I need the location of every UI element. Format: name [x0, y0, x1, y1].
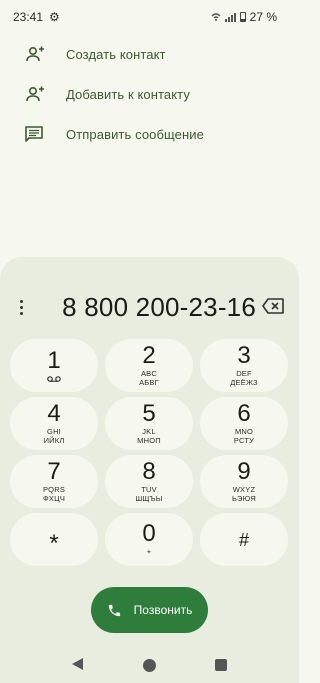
key-letters-cyrillic: ФХЦЧ [42, 493, 66, 503]
back-icon[interactable] [71, 657, 84, 671]
status-time: 23:41 [13, 10, 44, 24]
create-contact-label: Создать контакт [66, 46, 166, 62]
status-left: 23:41 ⚙ [13, 10, 60, 24]
call-button[interactable]: Позвонить [91, 587, 208, 633]
key-digit: 4 [47, 400, 61, 427]
key-digit: 7 [47, 458, 61, 485]
person-add-icon [24, 45, 44, 63]
person-add-icon [24, 85, 44, 103]
backspace-icon[interactable] [262, 298, 284, 314]
dialed-number[interactable]: 8 800 200-23-16 [40, 292, 256, 323]
key-8[interactable]: 8 TUV ШЩЪЫ [105, 455, 193, 508]
call-button-label: Позвонить [133, 603, 193, 617]
key-digit: 0 [142, 520, 156, 548]
key-hash[interactable]: # [200, 513, 288, 566]
key-star[interactable]: * [10, 513, 98, 566]
dialpad-keys: 1 2 ABC АБВГ 3 DEF ДЕЁЖЗ 4 GHI ИЙКЛ 5 JK… [10, 339, 288, 566]
dialpad-panel: 8 800 200-23-16 1 2 ABC АБВГ 3 DEF ДЕЁЖЗ… [0, 257, 299, 683]
status-right: 27 % [211, 10, 277, 24]
recents-icon[interactable] [215, 659, 227, 671]
key-letters-cyrillic: ШЩЪЫ [135, 493, 163, 503]
status-bar: 23:41 ⚙ 27 % [0, 0, 299, 34]
dialer-actions-list: Создать контакт Добавить к контакту Отпр… [0, 34, 299, 154]
key-digit: # [238, 529, 249, 550]
key-2[interactable]: 2 ABC АБВГ [105, 339, 193, 392]
more-options-icon[interactable] [0, 299, 24, 315]
home-icon[interactable] [143, 659, 156, 672]
key-letters-cyrillic: МНОП [137, 435, 161, 445]
battery-percent: 27 % [249, 10, 277, 24]
key-plus-label: + [146, 547, 152, 557]
add-to-contact-item[interactable]: Добавить к контакту [0, 74, 299, 114]
settings-gear-icon: ⚙ [49, 10, 60, 24]
create-contact-item[interactable]: Создать контакт [0, 34, 299, 74]
key-letters-cyrillic: АБВГ [139, 377, 159, 387]
key-letters-cyrillic: РСТУ [233, 435, 255, 445]
key-1[interactable]: 1 [10, 339, 98, 392]
key-9[interactable]: 9 WXYZ ЬЭЮЯ [200, 455, 288, 508]
key-digit: 6 [237, 400, 251, 427]
key-letters-cyrillic: ДЕЁЖЗ [230, 377, 258, 387]
number-row: 8 800 200-23-16 [0, 287, 299, 327]
battery-icon [239, 12, 246, 22]
wifi-calling-icon [211, 12, 221, 22]
key-3[interactable]: 3 DEF ДЕЁЖЗ [200, 339, 288, 392]
key-6[interactable]: 6 MNO РСТУ [200, 397, 288, 450]
key-digit: 3 [237, 342, 251, 369]
key-digit: 5 [142, 400, 156, 427]
navigation-bar [0, 647, 299, 683]
phone-icon [108, 604, 120, 616]
key-7[interactable]: 7 PQRS ФХЦЧ [10, 455, 98, 508]
key-0[interactable]: 0 + [105, 513, 193, 566]
message-icon [24, 125, 44, 143]
add-to-contact-label: Добавить к контакту [66, 86, 190, 102]
send-message-item[interactable]: Отправить сообщение [0, 114, 299, 154]
key-digit: 1 [47, 347, 61, 374]
key-digit: * [49, 529, 59, 557]
key-4[interactable]: 4 GHI ИЙКЛ [10, 397, 98, 450]
signal-icon [224, 12, 236, 22]
key-digit: 8 [142, 458, 156, 485]
send-message-label: Отправить сообщение [66, 126, 204, 142]
key-digit: 2 [142, 342, 156, 369]
key-5[interactable]: 5 JKL МНОП [105, 397, 193, 450]
voicemail-icon [47, 376, 61, 382]
key-letters-cyrillic: ЬЭЮЯ [231, 493, 257, 503]
key-letters-cyrillic: ИЙКЛ [43, 435, 65, 445]
key-digit: 9 [237, 458, 251, 485]
